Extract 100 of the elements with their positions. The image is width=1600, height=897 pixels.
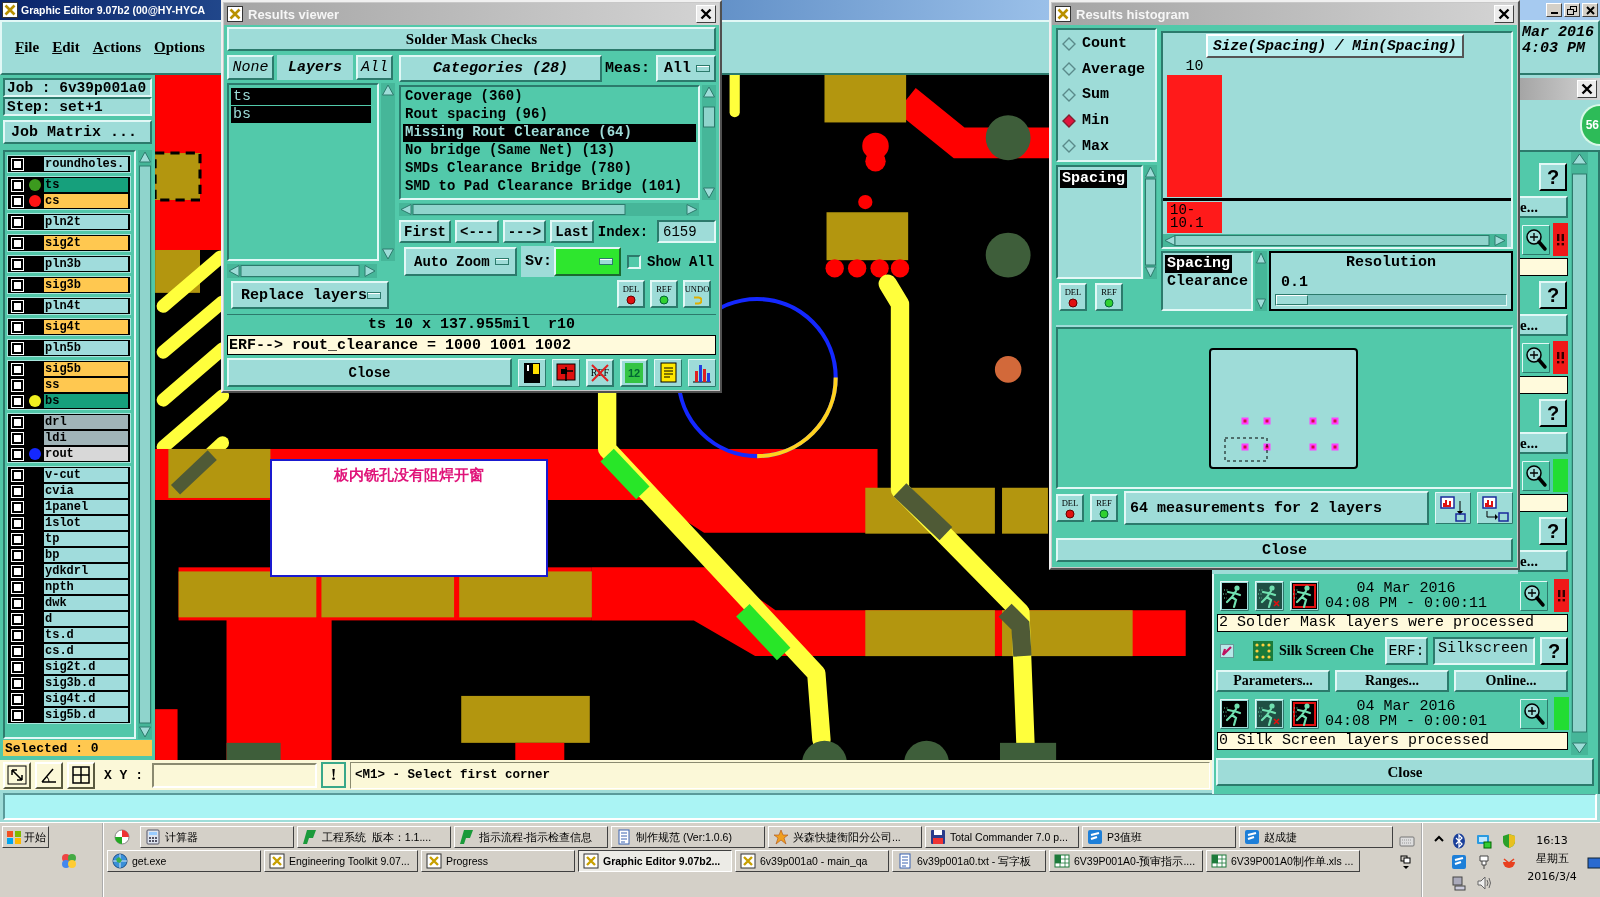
bar-chart-icon[interactable] bbox=[688, 358, 716, 387]
vertical-scrollbar[interactable] bbox=[138, 150, 152, 739]
diagonal-arrow-button[interactable] bbox=[3, 761, 31, 789]
undo-button[interactable]: UNDO bbox=[683, 280, 711, 308]
category-item[interactable]: SMDs Clearance Bridge (780) bbox=[403, 160, 696, 178]
layer-item[interactable]: ts bbox=[231, 88, 371, 105]
index-field[interactable]: 6159 bbox=[657, 220, 716, 243]
menu-item[interactable]: File bbox=[15, 37, 40, 58]
measure-type-item[interactable]: Spacing bbox=[1165, 255, 1232, 273]
close-button[interactable]: Close bbox=[227, 358, 512, 387]
help-button[interactable]: ? bbox=[1539, 517, 1567, 545]
chart-arrow-icon[interactable] bbox=[1435, 492, 1471, 524]
layer-name[interactable]: v-cut bbox=[43, 467, 129, 483]
layer-name[interactable]: dwk bbox=[43, 595, 129, 611]
layer-name[interactable]: rout bbox=[43, 446, 129, 462]
zoom-icon[interactable] bbox=[1522, 224, 1550, 255]
all-button[interactable]: All bbox=[356, 55, 393, 80]
taskbar-button[interactable]: Progress bbox=[421, 850, 575, 872]
menu-item[interactable]: Actions bbox=[92, 37, 142, 58]
taskbar-button[interactable]: get.exe bbox=[107, 850, 261, 872]
categories-button[interactable]: Categories (28) bbox=[399, 55, 602, 82]
vertical-scrollbar[interactable] bbox=[381, 83, 395, 261]
category-item[interactable]: Missing Rout Clearance (64) bbox=[403, 124, 696, 142]
marker-box-icon[interactable] bbox=[552, 358, 580, 387]
nav-button[interactable]: <--- bbox=[455, 220, 499, 243]
checkbox[interactable] bbox=[1220, 644, 1234, 658]
close-button[interactable] bbox=[1494, 5, 1514, 23]
layer-name[interactable]: ts.d bbox=[43, 627, 129, 643]
mode-option[interactable]: Average bbox=[1062, 56, 1151, 82]
layer-name[interactable]: d bbox=[43, 611, 129, 627]
slider-thumb[interactable] bbox=[1276, 295, 1308, 305]
ball-icon[interactable] bbox=[113, 828, 131, 846]
zoom-icon[interactable] bbox=[1522, 460, 1550, 491]
notes-icon[interactable] bbox=[654, 358, 682, 387]
layer-name[interactable]: cs bbox=[43, 193, 129, 209]
layer-name[interactable]: cs.d bbox=[43, 643, 129, 659]
taskbar-button[interactable]: 6V39P001A0制作单.xls ... bbox=[1206, 850, 1360, 872]
layer-name[interactable]: ydkdrl bbox=[43, 563, 129, 579]
runner-frame-icon[interactable] bbox=[1290, 698, 1319, 729]
horizontal-scrollbar[interactable] bbox=[399, 203, 699, 216]
menu-item[interactable]: Edit bbox=[52, 37, 80, 58]
del-button[interactable]: DEL bbox=[1056, 494, 1084, 522]
layer-name[interactable]: sig2t.d bbox=[43, 659, 129, 675]
horizontal-scrollbar[interactable] bbox=[1163, 234, 1507, 247]
layer-name[interactable]: 1panel bbox=[43, 499, 129, 515]
close-button[interactable] bbox=[1582, 3, 1598, 17]
del-button[interactable]: DEL bbox=[617, 280, 645, 308]
taskbar-button[interactable]: 计算器 bbox=[140, 826, 294, 848]
layer-name[interactable]: bs bbox=[43, 393, 129, 409]
runner-mark-icon[interactable] bbox=[1255, 580, 1284, 611]
zoom-mode-dropdown[interactable]: Auto Zoom bbox=[404, 247, 517, 276]
zoom-icon[interactable] bbox=[1522, 342, 1550, 373]
layer-name[interactable]: bp bbox=[43, 547, 129, 563]
mode-option[interactable]: Max bbox=[1062, 133, 1151, 159]
runner-mark-icon[interactable] bbox=[1255, 698, 1284, 729]
meas-dropdown[interactable]: All bbox=[656, 55, 716, 82]
vertical-scrollbar[interactable] bbox=[1255, 251, 1267, 311]
category-item[interactable]: No bridge (Same Net) (13) bbox=[403, 142, 696, 160]
layer-name[interactable]: sig5b bbox=[43, 361, 129, 377]
measure-type-item[interactable]: Clearance bbox=[1165, 273, 1250, 291]
layer-name[interactable]: tp bbox=[43, 531, 129, 547]
nav-button[interactable]: First bbox=[399, 220, 451, 243]
vertical-scrollbar[interactable] bbox=[702, 85, 716, 200]
cut-off-button[interactable]: e... bbox=[1518, 314, 1568, 336]
zoom-icon[interactable] bbox=[1520, 580, 1548, 611]
ref-button[interactable]: REF bbox=[650, 280, 678, 308]
alert-button[interactable]: ! bbox=[321, 762, 346, 788]
mode-option[interactable]: Sum bbox=[1062, 82, 1151, 108]
ref-button[interactable]: REF bbox=[1095, 283, 1123, 311]
menu-item[interactable]: Options bbox=[154, 37, 205, 58]
vertical-scrollbar[interactable] bbox=[1144, 165, 1157, 279]
close-button[interactable]: Close bbox=[1056, 538, 1513, 562]
layer-name[interactable]: npth bbox=[43, 579, 129, 595]
vertical-scrollbar[interactable] bbox=[1571, 152, 1588, 755]
category-item[interactable]: Rout spacing (96) bbox=[403, 106, 696, 124]
angle-button[interactable] bbox=[35, 761, 63, 789]
layer-name[interactable]: roundholes. bbox=[43, 156, 129, 172]
layer-name[interactable]: sig3b.d bbox=[43, 675, 129, 691]
chart-corner-icon[interactable] bbox=[1477, 492, 1513, 524]
taskbar-button[interactable]: Graphic Editor 9.07b2... bbox=[578, 850, 732, 872]
nav-button[interactable]: Last bbox=[550, 220, 594, 243]
horizontal-scrollbar[interactable] bbox=[227, 264, 377, 278]
start-button[interactable]: 开始 bbox=[2, 826, 49, 848]
measure-item[interactable]: Spacing bbox=[1060, 170, 1127, 188]
ref-button[interactable]: REF bbox=[1090, 494, 1118, 522]
taskbar-button[interactable]: P3值班 bbox=[1082, 826, 1236, 848]
plug-icon[interactable] bbox=[1476, 854, 1492, 870]
tile-logo-icon[interactable] bbox=[1451, 854, 1467, 870]
small-windows-icon[interactable] bbox=[1399, 855, 1413, 871]
taskbar-button[interactable]: 指示流程-指示检查信息 bbox=[454, 826, 608, 848]
help-button[interactable]: ? bbox=[1540, 637, 1568, 665]
replace-mode-dropdown[interactable]: Replace layers bbox=[231, 281, 389, 309]
help-button[interactable]: ? bbox=[1539, 399, 1567, 427]
bluetooth-icon[interactable] bbox=[1451, 833, 1467, 849]
layer-name[interactable]: ldi bbox=[43, 430, 129, 446]
show-all-checkbox[interactable]: Show All bbox=[627, 253, 715, 270]
none-button[interactable]: None bbox=[227, 55, 274, 80]
layer-name[interactable]: cvia bbox=[43, 483, 129, 499]
option-button[interactable]: Parameters... bbox=[1216, 670, 1330, 692]
del-button[interactable]: DEL bbox=[1059, 283, 1087, 311]
